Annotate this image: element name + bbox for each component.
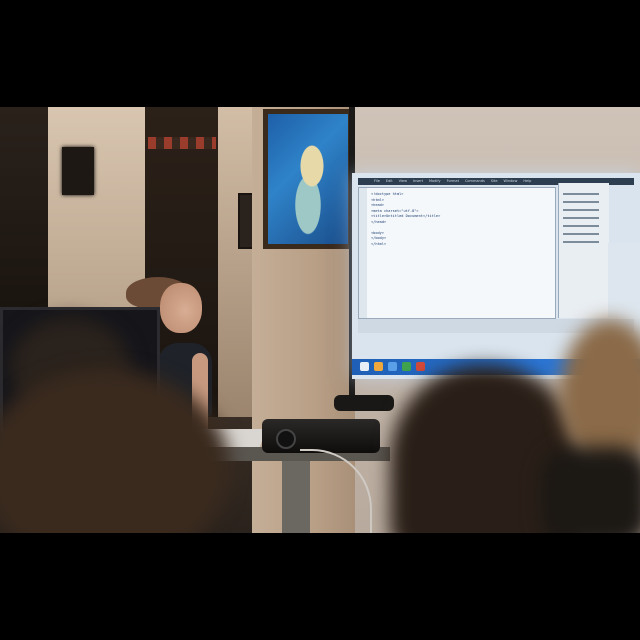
insert-panel	[558, 183, 609, 318]
screen-menu-item: Insert	[412, 179, 423, 183]
painting-canvas	[268, 114, 348, 244]
screen-menu-item: Site	[490, 179, 498, 183]
properties-panel	[608, 243, 640, 319]
screen-menu-item: Format	[446, 179, 459, 183]
screen-menu-item: Commands	[464, 179, 485, 183]
code-line: <head>	[371, 203, 384, 207]
code-line: </html>	[371, 241, 387, 246]
code-line: </body>	[371, 236, 387, 240]
doorway-lights	[148, 137, 216, 149]
screen-menu-item: File	[374, 179, 380, 183]
presenter-head	[160, 283, 202, 333]
painting	[263, 109, 353, 249]
left-wall	[0, 107, 50, 307]
code-line: <!doctype html>	[371, 192, 404, 196]
projector-lens	[276, 429, 296, 449]
line-gutter	[359, 188, 367, 318]
code-line: <meta charset="utf-8">	[371, 208, 419, 213]
code-editor: <!doctype html> <html> <head> <meta charset…	[358, 187, 556, 319]
screen-pole	[334, 395, 394, 411]
screen-menu-item: Edit	[385, 179, 393, 183]
classroom-photo: File Edit View Insert Modify Format Commands Si…	[0, 107, 640, 533]
screen-menu-item: Help	[523, 179, 532, 183]
code-line: <body>	[371, 230, 384, 235]
screen-menu-item: View	[398, 179, 407, 183]
code-line: <html>	[371, 197, 384, 202]
audience-shoulder-right	[540, 447, 640, 533]
screen-menu-item: Window	[503, 179, 518, 183]
wall-speaker	[62, 147, 94, 195]
code-line: </head>	[371, 219, 387, 224]
code-line: <title>Untitled Document</title>	[371, 214, 441, 218]
screen-menu-item: Modify	[429, 179, 441, 183]
